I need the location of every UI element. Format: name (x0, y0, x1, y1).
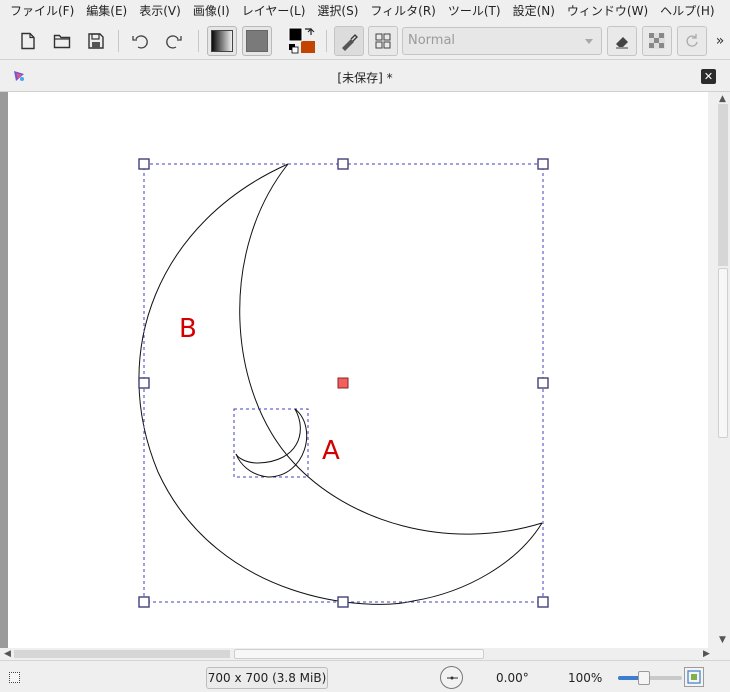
toolbar-separator (118, 30, 119, 52)
label-b: B (179, 314, 197, 344)
menu-item[interactable]: ウィンドウ(W) (561, 0, 654, 22)
horizontal-scrollbar[interactable]: ◀ ▶ (0, 648, 716, 660)
fg-bg-color-icon (288, 27, 315, 54)
gradient-swatch-icon (211, 30, 233, 52)
selection-icon[interactable] (9, 672, 20, 683)
folder-icon (53, 34, 71, 49)
transform-handle (337, 158, 349, 170)
label-a: A (322, 436, 340, 466)
crescent-shape-large-inner (239, 163, 543, 535)
preserve-alpha-button[interactable] (642, 26, 672, 56)
blend-mode-value: Normal (408, 33, 456, 48)
scroll-right-icon[interactable]: ▶ (703, 649, 710, 659)
undo-icon (132, 35, 148, 49)
scroll-up-icon[interactable]: ▲ (719, 94, 726, 104)
toolbar-separator (198, 30, 199, 52)
transform-handle (537, 158, 549, 170)
document-title: [未保存] * (337, 71, 393, 85)
grid-icon (375, 33, 391, 49)
pattern-swatch-icon (246, 30, 268, 52)
drawing-canvas[interactable]: B A (8, 92, 708, 648)
transform-handle (138, 596, 150, 608)
menu-item[interactable]: 表示(V) (133, 0, 187, 22)
zoom-value: 100% (568, 671, 603, 685)
document-tab-header: [未保存] * ✕ (0, 61, 730, 92)
blend-mode-select[interactable]: Normal (402, 27, 602, 55)
gradient-preset-button[interactable] (207, 26, 237, 56)
brush-editor-button[interactable] (368, 26, 398, 56)
transform-handle (138, 377, 150, 389)
pattern-preset-button[interactable] (242, 26, 272, 56)
toolbar-overflow-button[interactable]: » (712, 27, 728, 55)
background-color-swatch (301, 41, 315, 53)
toolbar: Normal » (0, 22, 730, 60)
menu-item[interactable]: 画像(I) (187, 0, 236, 22)
rotation-dial-icon (447, 676, 458, 680)
transform-handle (337, 596, 349, 608)
transform-handle (537, 596, 549, 608)
zoom-slider-handle[interactable] (637, 671, 650, 685)
scroll-left-icon[interactable]: ◀ (4, 649, 11, 659)
undo-button[interactable] (126, 27, 154, 55)
eraser-mode-button[interactable] (607, 26, 637, 56)
brush-preset-button[interactable] (334, 26, 364, 56)
scroll-down-icon[interactable]: ▼ (719, 635, 726, 645)
scrollbar-thumb[interactable] (234, 649, 484, 659)
open-document-button[interactable] (48, 27, 76, 55)
close-document-button[interactable]: ✕ (701, 69, 716, 84)
menu-item[interactable]: 編集(E) (80, 0, 133, 22)
zoom-to-fit-button[interactable] (684, 667, 704, 687)
save-button[interactable] (82, 27, 110, 55)
new-document-button[interactable] (14, 27, 42, 55)
brush-icon (342, 34, 358, 51)
canvas-drawing (138, 158, 549, 608)
status-bar: 700 x 700 (3.8 MiB) 0.00° 100% (0, 660, 730, 692)
scrollbar-track (14, 650, 230, 658)
crescent-shape-large (138, 163, 414, 605)
redo-icon (166, 35, 182, 49)
eraser-icon (616, 37, 628, 49)
foreground-color-swatch (288, 27, 303, 42)
color-selector[interactable] (286, 26, 318, 56)
menu-item[interactable]: ツール(T) (442, 0, 507, 22)
redo-button[interactable] (160, 27, 188, 55)
transform-handle (138, 158, 150, 170)
reload-preset-button[interactable] (677, 26, 707, 56)
scrollbar-thumb[interactable] (718, 268, 728, 438)
menu-item[interactable]: ヘルプ(H) (654, 0, 720, 22)
canvas-frame: B A (0, 92, 716, 648)
image-size-button[interactable]: 700 x 700 (3.8 MiB) (206, 667, 328, 689)
rotation-icon[interactable] (440, 666, 463, 689)
toolbar-separator (326, 30, 327, 52)
menu-item[interactable]: 選択(S) (311, 0, 364, 22)
fit-page-icon (687, 670, 701, 684)
vertical-scrollbar[interactable]: ▲ ▼ (716, 92, 730, 648)
checkerboard-icon (649, 33, 665, 49)
rotation-center-handle (337, 377, 349, 389)
canvas-margin (708, 92, 716, 648)
menu-item[interactable]: フィルタ(R) (364, 0, 441, 22)
menu-item[interactable]: ファイル(F) (4, 0, 80, 22)
chevron-down-icon (585, 39, 593, 44)
reload-icon (686, 34, 698, 47)
menu-item[interactable]: 設定(N) (507, 0, 561, 22)
close-icon: ✕ (703, 70, 714, 83)
menu-item[interactable]: レイヤー(L) (236, 0, 312, 22)
menu-bar: ファイル(F) 編集(E) 表示(V) 画像(I) レイヤー(L) 選択(S) フィルタ(R… (0, 0, 730, 22)
transform-handle (537, 377, 549, 389)
image-size-label: 700 x 700 (3.8 MiB) (207, 671, 327, 685)
rotation-value: 0.00° (496, 671, 529, 685)
new-document-icon (21, 32, 35, 50)
zoom-slider[interactable] (618, 671, 682, 685)
crescent-shape-small (235, 408, 308, 478)
save-icon (88, 33, 104, 49)
scrollbar-track (718, 104, 728, 266)
